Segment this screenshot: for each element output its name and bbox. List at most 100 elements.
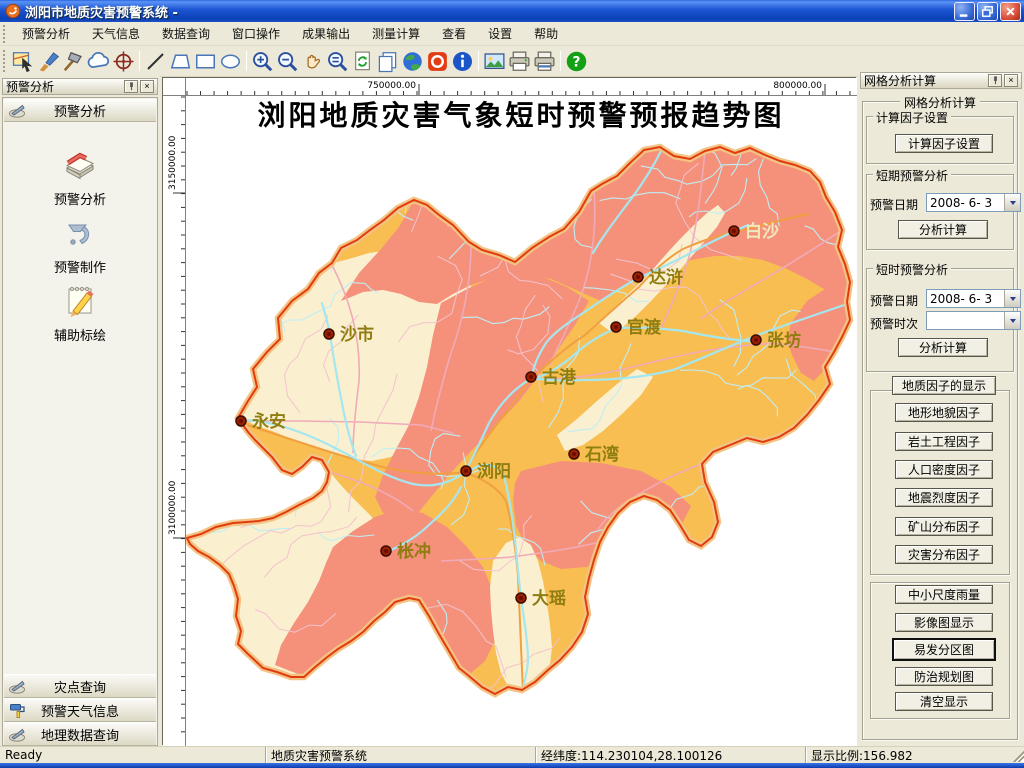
menu-grip[interactable] — [2, 24, 7, 42]
nowcast-date-label: 预警日期 — [870, 292, 918, 309]
factor-button[interactable]: 人口密度因子 — [895, 460, 993, 479]
pin-icon[interactable] — [988, 74, 1002, 87]
sidebar-item-2[interactable]: 预警天气信息 — [4, 698, 156, 722]
factor-button[interactable]: 矿山分布因子 — [895, 517, 993, 536]
close-icon[interactable]: × — [1004, 74, 1018, 87]
toolbar-separator — [560, 51, 561, 71]
hazard-map: 白沙达浒官渡张坊沙市古港永安石湾浏阳枨冲大瑶浏阳地质灾害气象短时预警预报趋势图 — [186, 96, 857, 746]
close-button[interactable] — [1000, 2, 1021, 21]
ellipse-tool-icon[interactable] — [218, 49, 243, 74]
cloud-icon[interactable] — [86, 49, 111, 74]
application-window: 浏阳市地质灾害预警系统 - 预警分析天气信息数据查询窗口操作成果输出测量计算查看… — [0, 0, 1024, 768]
pin-icon[interactable] — [124, 80, 138, 93]
left-panel-group-header[interactable]: 预警分析 — [4, 99, 156, 122]
line-tool-icon[interactable] — [143, 49, 168, 74]
close-icon[interactable]: × — [140, 80, 154, 93]
image-output-icon[interactable] — [482, 49, 507, 74]
hazard-zones — [186, 96, 857, 746]
warning-analysis-panel: 预警分析 × 预警分析 预警分析预警制作辅助标绘 灾点查询预警天气信息地理数据查… — [0, 76, 160, 748]
toolbar-separator — [478, 51, 479, 71]
status-field: 显示比例:156.982 — [805, 747, 1005, 763]
zoom-extent-icon[interactable] — [325, 49, 350, 74]
map-select-icon[interactable] — [11, 49, 36, 74]
factor-button[interactable]: 地质因子的显示 — [892, 376, 996, 395]
info-icon[interactable] — [450, 49, 475, 74]
display-button[interactable]: 影像图显示 — [895, 613, 993, 632]
map-document: 750000.00800000.00 3150000.003100000.00 … — [162, 77, 856, 745]
print-setup-icon[interactable] — [532, 49, 557, 74]
menu-item[interactable]: 帮助 — [523, 22, 569, 45]
factor-button[interactable]: 地震烈度因子 — [895, 488, 993, 507]
refresh-view-icon[interactable] — [350, 49, 375, 74]
nowcast-analyze-button[interactable]: 分析计算 — [898, 338, 988, 357]
toolbar-grip[interactable] — [2, 49, 7, 73]
menu-item[interactable]: 预警分析 — [11, 22, 81, 45]
left-panel-title: 预警分析 — [6, 78, 122, 95]
city-label: 浏阳 — [477, 461, 511, 482]
display-button[interactable]: 中小尺度雨量 — [895, 585, 993, 604]
display-button[interactable]: 易发分区图 — [892, 638, 996, 661]
zoom-in-icon[interactable] — [250, 49, 275, 74]
sidebar-tool-1[interactable]: 预警分析 — [4, 144, 156, 208]
sidebar-tool-3[interactable]: 辅助标绘 — [4, 280, 156, 344]
city-label: 沙市 — [340, 324, 374, 345]
crosshair-icon[interactable] — [111, 49, 136, 74]
stop-icon[interactable] — [425, 49, 450, 74]
display-button[interactable]: 清空显示 — [895, 692, 993, 711]
menu-item[interactable]: 天气信息 — [81, 22, 151, 45]
restore-button[interactable] — [977, 2, 998, 21]
sidebar-item-label: 地理数据查询 — [26, 725, 134, 744]
short-term-group-label: 短期预警分析 — [873, 167, 951, 184]
city-label: 官渡 — [627, 317, 662, 338]
zoom-out-icon[interactable] — [275, 49, 300, 74]
city-label: 枨冲 — [397, 541, 431, 562]
title-bar[interactable]: 浏阳市地质灾害预警系统 - — [0, 0, 1024, 22]
nowcast-date-combo[interactable]: 2008- 6- 3 — [926, 289, 1021, 308]
y-axis-label: 3100000.00 — [168, 480, 178, 535]
menu-item[interactable]: 窗口操作 — [221, 22, 291, 45]
status-field: 经纬度:114.230104,28.100126 — [535, 747, 805, 763]
minimize-button[interactable] — [954, 2, 975, 21]
factor-setting-button[interactable]: 计算因子设置 — [895, 134, 993, 153]
y-axis-label: 3150000.00 — [168, 135, 178, 190]
chevron-down-icon[interactable] — [1004, 290, 1020, 307]
factor-button[interactable]: 地形地貌因子 — [895, 403, 993, 422]
polygon-tool-icon[interactable] — [168, 49, 193, 74]
sidebar-item-1[interactable]: 灾点查询 — [4, 674, 156, 698]
gauge-icon — [8, 677, 26, 695]
sidebar-item-3[interactable]: 地理数据查询 — [4, 722, 156, 746]
chevron-down-icon[interactable] — [1004, 312, 1020, 329]
print-icon[interactable] — [507, 49, 532, 74]
hammer-icon[interactable] — [61, 49, 86, 74]
sidebar-tool-label: 预警分析 — [4, 189, 156, 208]
sidebar-tool-2[interactable]: 预警制作 — [4, 212, 156, 276]
short-term-date-combo[interactable]: 2008- 6- 3 — [926, 193, 1021, 212]
nowcast-time-value — [927, 312, 1004, 329]
factor-button[interactable]: 岩土工程因子 — [895, 432, 993, 451]
gauge-icon — [8, 725, 26, 743]
nowcast-time-combo[interactable] — [926, 311, 1021, 330]
help-icon[interactable]: ? — [564, 49, 589, 74]
horizontal-ruler: 750000.00800000.00 — [186, 78, 857, 96]
short-term-analyze-button[interactable]: 分析计算 — [898, 220, 988, 239]
rectangle-tool-icon[interactable] — [193, 49, 218, 74]
map-canvas[interactable]: 白沙达浒官渡张坊沙市古港永安石湾浏阳枨冲大瑶浏阳地质灾害气象短时预警预报趋势图 — [186, 96, 857, 746]
globe-icon[interactable] — [400, 49, 425, 74]
menu-item[interactable]: 查看 — [431, 22, 477, 45]
factor-button[interactable]: 灾害分布因子 — [895, 545, 993, 564]
menu-item[interactable]: 数据查询 — [151, 22, 221, 45]
menu-item[interactable]: 成果输出 — [291, 22, 361, 45]
roller-icon — [8, 701, 26, 719]
menu-item[interactable]: 测量计算 — [361, 22, 431, 45]
vertical-ruler: 3150000.00 3100000.00 — [163, 96, 186, 746]
gauge-icon — [8, 101, 26, 119]
copy-view-icon[interactable] — [375, 49, 400, 74]
resize-grip[interactable] — [1010, 748, 1024, 762]
chevron-down-icon[interactable] — [1004, 194, 1020, 211]
menu-item[interactable]: 设置 — [477, 22, 523, 45]
brush-icon[interactable] — [36, 49, 61, 74]
pan-hand-icon[interactable] — [300, 49, 325, 74]
window-title: 浏阳市地质灾害预警系统 - — [25, 2, 954, 21]
display-button[interactable]: 防治规划图 — [895, 667, 993, 686]
sidebar-tool-label: 预警制作 — [4, 257, 156, 276]
